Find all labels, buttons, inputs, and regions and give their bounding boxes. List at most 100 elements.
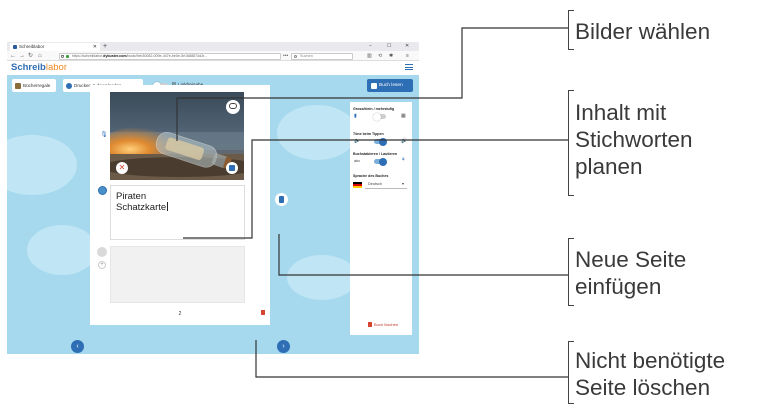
grid-icon: ▦ bbox=[401, 113, 406, 119]
editor-stage: Bücherregale Drucken & downloaden ⛓ Link… bbox=[7, 75, 419, 354]
bottle-message-image bbox=[110, 92, 244, 180]
minimize-button[interactable]: − bbox=[369, 42, 372, 51]
next-page-button[interactable]: › bbox=[277, 340, 290, 353]
logo-accent: labor bbox=[45, 62, 67, 73]
bracket-choose-images bbox=[568, 10, 574, 50]
library-icon[interactable]: ▥ bbox=[367, 51, 372, 61]
book-page: ✕ 🎙 Piraten Schatzkarte + 2 bbox=[90, 85, 270, 325]
url-prefix: https://schreiblabor. bbox=[72, 53, 104, 58]
cloud-decoration bbox=[277, 105, 357, 160]
cloud-decoration bbox=[7, 135, 77, 195]
callout-insert-page: Neue Seite einfügen bbox=[575, 247, 687, 299]
page-image[interactable]: ✕ bbox=[110, 92, 244, 180]
url-domain: dybuster.com bbox=[103, 53, 127, 58]
empty-text-area[interactable] bbox=[110, 246, 245, 303]
callout-delete-page: Nicht benötigte Seite löschen bbox=[575, 348, 726, 400]
page-number: 2 bbox=[178, 311, 182, 317]
reload-icon[interactable]: ↻ bbox=[28, 51, 33, 61]
add-text-button[interactable]: + bbox=[98, 261, 106, 269]
tab-close-icon[interactable]: ✕ bbox=[93, 43, 97, 51]
delete-book-label: Buch löschen bbox=[374, 322, 399, 327]
callout-choose-images: Bilder wählen bbox=[575, 19, 711, 44]
chevron-right-icon: › bbox=[282, 343, 285, 350]
speech-bubble-icon bbox=[229, 103, 237, 109]
browser-tab-bar: Schreiblabor ✕ + − ☐ ✕ bbox=[7, 42, 419, 51]
language-label: Sprache des Buches bbox=[353, 174, 389, 178]
app-header: Schreiblabor bbox=[7, 61, 419, 75]
volume-icon: 🔊 bbox=[401, 138, 408, 144]
microphone-button[interactable]: 🎙 bbox=[99, 130, 109, 140]
trash-icon bbox=[260, 309, 265, 315]
shelf-label: Bücherregale bbox=[23, 83, 51, 88]
search-icon bbox=[294, 54, 297, 58]
page-text-input[interactable]: Piraten Schatzkarte bbox=[110, 185, 245, 240]
sync-icon[interactable]: ⟲ bbox=[378, 51, 382, 61]
delete-book-button[interactable]: Buch löschen bbox=[368, 322, 398, 327]
logo-main: Schreib bbox=[11, 62, 46, 73]
print-icon bbox=[66, 82, 72, 89]
callout-plan-content: Inhalt mit Stichworten planen bbox=[575, 100, 693, 179]
case-label: Gross/klein / mehrstufig bbox=[353, 107, 395, 111]
case-toggle[interactable] bbox=[373, 113, 386, 121]
forward-icon[interactable]: → bbox=[19, 51, 25, 61]
new-tab-button[interactable]: + bbox=[103, 42, 107, 51]
text-line-1: Piraten bbox=[116, 191, 147, 202]
text-line-2: Schatzkarte bbox=[116, 202, 168, 213]
search-placeholder: Suchen bbox=[300, 53, 313, 58]
image-gallery-icon bbox=[229, 165, 235, 171]
read-book-label: Buch lesen bbox=[379, 83, 403, 88]
empty-avatar bbox=[97, 247, 107, 257]
language-select[interactable]: Deutsch ▾ bbox=[365, 180, 407, 189]
logo[interactable]: Schreiblabor bbox=[11, 62, 67, 74]
bracket-delete-page bbox=[568, 341, 574, 404]
hamburger-icon[interactable] bbox=[405, 64, 413, 70]
url-bar[interactable]: https://schreiblabor.dybuster.com/book/9… bbox=[59, 52, 281, 60]
shelf-icon bbox=[15, 82, 21, 89]
letters-abc: abc bbox=[354, 159, 361, 163]
close-window-button[interactable]: ✕ bbox=[405, 42, 409, 51]
settings-panel: Gross/klein / mehrstufig ▮ ▦ Töne beim T… bbox=[350, 102, 412, 335]
chevron-down-icon: ▾ bbox=[402, 182, 404, 186]
maximize-button[interactable]: ☐ bbox=[387, 42, 391, 51]
book-icon bbox=[371, 82, 377, 89]
shelf-button[interactable]: Bücherregale bbox=[12, 79, 56, 92]
german-flag-icon bbox=[353, 182, 362, 188]
prev-page-button[interactable]: ‹ bbox=[71, 340, 84, 353]
microphone-icon: 🎙 bbox=[100, 132, 108, 138]
mute-icon: 🔈 bbox=[354, 138, 361, 144]
cloud-decoration bbox=[27, 225, 97, 275]
bracket-insert-page bbox=[568, 238, 574, 306]
app-screenshot: Schreiblabor ✕ + − ☐ ✕ ← → ↻ ⌂ https://s… bbox=[7, 42, 419, 354]
home-icon[interactable]: ⌂ bbox=[38, 51, 42, 61]
plus-icon: + bbox=[100, 262, 104, 268]
read-book-button[interactable]: Buch lesen bbox=[367, 79, 413, 92]
favicon-icon bbox=[13, 45, 17, 49]
image-choose-button[interactable] bbox=[226, 162, 238, 174]
page-actions-icon[interactable]: ••• bbox=[283, 51, 288, 61]
chevron-left-icon: ‹ bbox=[76, 343, 79, 350]
document-icon: ▮ bbox=[354, 113, 357, 119]
trash-icon bbox=[368, 322, 372, 327]
bracket-plan-content bbox=[568, 90, 574, 196]
language-value: Deutsch bbox=[368, 182, 382, 186]
url-suffix: /book/9eb30082-009e-447e-be0e-5e1688874d… bbox=[126, 53, 208, 58]
search-input[interactable]: Suchen bbox=[291, 52, 353, 60]
shield-icon bbox=[61, 54, 64, 58]
cloud-decoration bbox=[287, 255, 357, 300]
letters-toggle[interactable] bbox=[374, 158, 387, 166]
author-avatar bbox=[98, 186, 107, 195]
back-icon[interactable]: ← bbox=[10, 51, 16, 61]
remove-image-button[interactable]: ✕ bbox=[116, 162, 128, 174]
delete-page-button[interactable] bbox=[257, 307, 268, 318]
browser-tab[interactable]: Schreiblabor ✕ bbox=[10, 43, 100, 51]
insert-page-button[interactable] bbox=[275, 193, 288, 206]
tone-label: Töne beim Tippen bbox=[353, 132, 384, 136]
extension-icon[interactable]: ✱ bbox=[389, 51, 393, 61]
text-cursor bbox=[167, 202, 168, 211]
image-caption-button[interactable] bbox=[226, 100, 240, 114]
tone-toggle[interactable] bbox=[374, 138, 387, 146]
close-icon: ✕ bbox=[118, 163, 126, 172]
menu-icon[interactable]: ≡ bbox=[406, 51, 409, 61]
browser-nav-bar: ← → ↻ ⌂ https://schreiblabor.dybuster.co… bbox=[7, 51, 419, 61]
lock-icon bbox=[66, 54, 69, 58]
